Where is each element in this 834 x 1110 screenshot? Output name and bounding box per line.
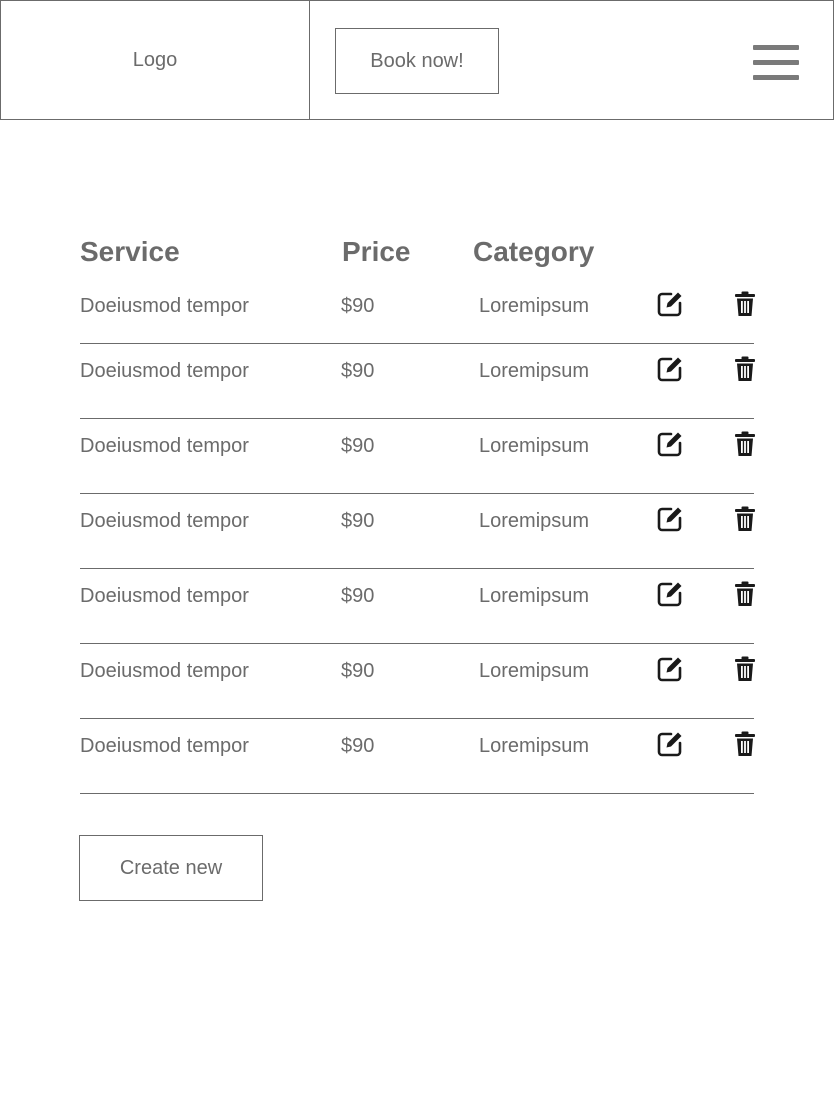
service-name: Doeiusmod tempor (80, 435, 249, 457)
table-row: Doeiusmod tempor $90 Loremipsum (80, 344, 755, 419)
menu-bar (753, 45, 799, 50)
trash-icon[interactable] (732, 731, 758, 757)
top-header: Logo Book now! (0, 0, 834, 120)
book-now-button[interactable]: Book now! (335, 28, 499, 94)
table-row: Doeiusmod tempor $90 Loremipsum (80, 569, 755, 644)
table-body: Doeiusmod tempor $90 Loremipsum Doeiusmod t… (80, 280, 755, 794)
hamburger-menu-icon[interactable] (753, 45, 799, 81)
edit-icon[interactable] (657, 291, 683, 317)
services-table: Service Price Category Doeiusmod tempor $… (80, 232, 755, 794)
trash-icon[interactable] (732, 356, 758, 382)
service-category: Loremipsum (479, 435, 590, 457)
service-category: Loremipsum (479, 660, 590, 682)
service-name: Doeiusmod tempor (80, 295, 249, 317)
column-header-service: Service (80, 236, 180, 267)
edit-icon[interactable] (657, 431, 683, 457)
service-category: Loremipsum (479, 585, 590, 607)
service-category: Loremipsum (479, 360, 590, 382)
service-price: $90 (341, 435, 375, 457)
table-row: Doeiusmod tempor $90 Loremipsum (80, 280, 755, 344)
service-name: Doeiusmod tempor (80, 360, 249, 382)
service-price: $90 (341, 660, 375, 682)
service-price: $90 (341, 735, 375, 757)
service-name: Doeiusmod tempor (80, 585, 249, 607)
column-header-category: Category (473, 236, 595, 267)
table-row: Doeiusmod tempor $90 Loremipsum (80, 494, 755, 569)
service-category: Loremipsum (479, 295, 590, 317)
service-price: $90 (341, 360, 375, 382)
service-category: Loremipsum (479, 735, 590, 757)
table-row: Doeiusmod tempor $90 Loremipsum (80, 644, 755, 719)
table-row: Doeiusmod tempor $90 Loremipsum (80, 419, 755, 494)
menu-bar (753, 75, 799, 80)
trash-icon[interactable] (732, 506, 758, 532)
service-price: $90 (341, 585, 375, 607)
table-row: Doeiusmod tempor $90 Loremipsum (80, 719, 755, 794)
edit-icon[interactable] (657, 356, 683, 382)
service-name: Doeiusmod tempor (80, 510, 249, 532)
trash-icon[interactable] (732, 431, 758, 457)
service-price: $90 (341, 295, 375, 317)
trash-icon[interactable] (732, 291, 758, 317)
table-header: Service Price Category (80, 232, 754, 280)
service-name: Doeiusmod tempor (80, 735, 249, 757)
trash-icon[interactable] (732, 581, 758, 607)
edit-icon[interactable] (657, 581, 683, 607)
edit-icon[interactable] (657, 656, 683, 682)
create-new-button[interactable]: Create new (79, 835, 263, 901)
column-header-price: Price (342, 236, 411, 267)
service-name: Doeiusmod tempor (80, 660, 249, 682)
service-price: $90 (341, 510, 375, 532)
edit-icon[interactable] (657, 506, 683, 532)
trash-icon[interactable] (732, 656, 758, 682)
menu-bar (753, 60, 799, 65)
service-category: Loremipsum (479, 510, 590, 532)
edit-icon[interactable] (657, 731, 683, 757)
logo[interactable]: Logo (1, 1, 310, 119)
